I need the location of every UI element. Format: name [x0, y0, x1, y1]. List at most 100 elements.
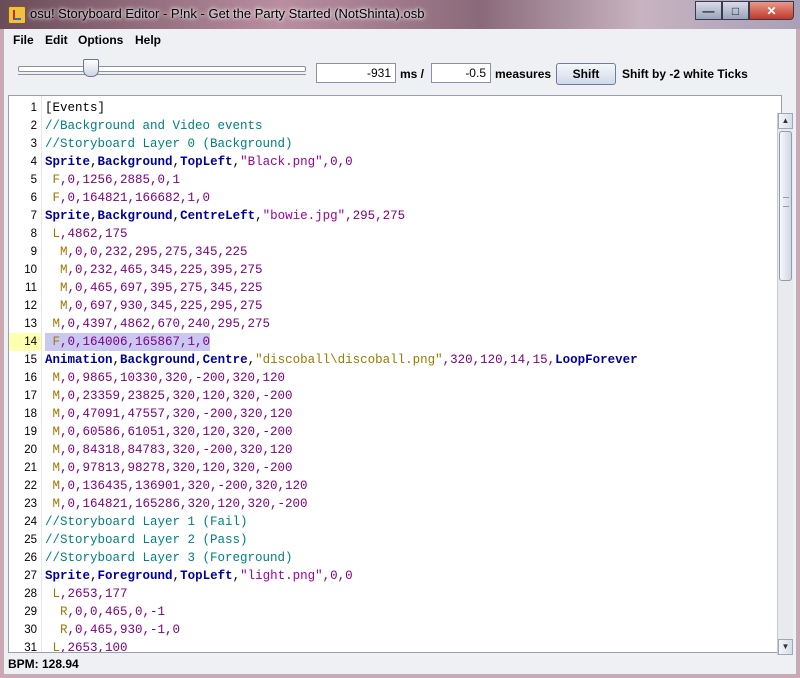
code-line[interactable]: 20 M,0,84318,84783,320,-200,320,120 — [9, 441, 781, 459]
line-number: 25 — [24, 534, 37, 546]
code-token: "discoball\discoball.png" — [255, 353, 443, 367]
code-line[interactable]: 15 Animation,Background,Centre,"discoball… — [9, 351, 781, 369]
code-token: "bowie.jpg" — [262, 209, 346, 223]
code-line[interactable]: 18 M,0,47091,47557,320,-200,320,120 — [9, 405, 781, 423]
code-token: L — [45, 641, 61, 653]
code-line[interactable]: 10 M,0,232,465,345,225,395,275 — [9, 261, 781, 279]
code-token: , — [247, 353, 256, 367]
code-token: , — [255, 209, 263, 223]
code-token: , — [172, 155, 181, 169]
code-token: Sprite — [45, 569, 91, 583]
code-editor[interactable]: 1 [Events] 2 //Background and Video events 3… — [8, 95, 782, 653]
code-line[interactable]: 28 L,2653,177 — [9, 585, 781, 603]
code-line[interactable]: 11 M,0,465,697,395,275,345,225 — [9, 279, 781, 297]
vertical-scrollbar[interactable]: ▲ ▼ — [777, 113, 793, 655]
line-number: 23 — [24, 498, 37, 510]
code-token: "Black.png" — [240, 155, 323, 169]
offset-slider-track[interactable] — [18, 66, 306, 72]
line-number: 20 — [24, 444, 37, 456]
line-number: 22 — [24, 480, 37, 492]
code-line[interactable]: 12 M,0,697,930,345,225,295,275 — [9, 297, 781, 315]
code-line[interactable]: 22 M,0,136435,136901,320,-200,320,120 — [9, 477, 781, 495]
code-token: //Background and Video events — [45, 119, 263, 133]
line-number: 19 — [24, 426, 37, 438]
line-number: 16 — [24, 372, 37, 384]
scroll-down-arrow-icon[interactable]: ▼ — [778, 639, 793, 655]
code-token: ,2653,177 — [60, 587, 128, 601]
code-line[interactable]: 21 M,0,97813,98278,320,120,320,-200 — [9, 459, 781, 477]
line-number: 17 — [24, 390, 37, 402]
code-line[interactable]: 6 F,0,164821,166682,1,0 — [9, 189, 781, 207]
line-number: 31 — [24, 642, 37, 653]
code-line[interactable]: 17 M,0,23359,23825,320,120,320,-200 — [9, 387, 781, 405]
line-number: 3 — [30, 138, 37, 150]
code-line[interactable]: 13 M,0,4397,4862,670,240,295,275 — [9, 315, 781, 333]
code-line[interactable]: 9 M,0,0,232,295,275,345,225 — [9, 243, 781, 261]
line-code: M,0,136435,136901,320,-200,320,120 — [45, 477, 308, 495]
line-number: 13 — [24, 318, 37, 330]
code-line[interactable]: 16 M,0,9865,10330,320,-200,320,120 — [9, 369, 781, 387]
code-line[interactable]: 19 M,0,60586,61051,320,120,320,-200 — [9, 423, 781, 441]
code-line[interactable]: 2 //Background and Video events — [9, 117, 781, 135]
line-code: M,0,9865,10330,320,-200,320,120 — [45, 369, 286, 387]
code-line[interactable]: 30 R,0,465,930,-1,0 — [9, 621, 781, 639]
code-line[interactable]: 23 M,0,164821,165286,320,120,320,-200 — [9, 495, 781, 513]
code-line[interactable]: 5 F,0,1256,2885,0,1 — [9, 171, 781, 189]
offset-slider-ticks — [18, 74, 306, 79]
line-number: 7 — [30, 210, 37, 222]
line-number: 27 — [24, 570, 37, 582]
line-code: M,0,23359,23825,320,120,320,-200 — [45, 387, 293, 405]
code-token: ,320,120,14,15, — [442, 353, 556, 367]
code-token: ,0,0 — [322, 569, 353, 583]
code-token: ,4862,175 — [60, 227, 128, 241]
code-line[interactable]: 3 //Storyboard Layer 0 (Background) — [9, 135, 781, 153]
java-app-icon[interactable] — [8, 6, 26, 24]
code-line[interactable]: 24 //Storyboard Layer 1 (Fail) — [9, 513, 781, 531]
code-token: M — [45, 299, 68, 313]
ms-offset-input[interactable]: -931 — [316, 63, 396, 83]
title-bar[interactable]: osu! Storyboard Editor - P!nk - Get the … — [0, 0, 800, 29]
code-line[interactable]: 26 //Storyboard Layer 3 (Foreground) — [9, 549, 781, 567]
code-token: ,0,60586,61051,320,120,320,-200 — [60, 425, 293, 439]
code-token: ,0,4397,4862,670,240,295,275 — [60, 317, 271, 331]
code-line[interactable]: 4 Sprite,Background,TopLeft,"Black.png",0… — [9, 153, 781, 171]
line-number: 29 — [24, 606, 37, 618]
code-line[interactable]: 27 Sprite,Foreground,TopLeft,"light.png",… — [9, 567, 781, 585]
code-token: M — [45, 479, 61, 493]
offset-slider-thumb[interactable] — [83, 59, 99, 77]
line-code: M,0,164821,165286,320,120,320,-200 — [45, 495, 308, 513]
code-token: ,0,23359,23825,320,120,320,-200 — [60, 389, 293, 403]
close-button[interactable]: ✕ — [749, 1, 794, 20]
code-line[interactable]: 8 L,4862,175 — [9, 225, 781, 243]
code-line[interactable]: 7 Sprite,Background,CentreLeft,"bowie.jpg… — [9, 207, 781, 225]
line-number: 24 — [24, 516, 37, 528]
code-line[interactable]: 25 //Storyboard Layer 2 (Pass) — [9, 531, 781, 549]
line-code: //Storyboard Layer 3 (Foreground) — [45, 549, 293, 567]
line-number: 15 — [24, 354, 37, 366]
code-token: M — [45, 263, 68, 277]
window-title: osu! Storyboard Editor - P!nk - Get the … — [30, 6, 425, 21]
code-token: M — [45, 497, 61, 511]
shift-button[interactable]: Shift — [556, 63, 616, 85]
code-line[interactable]: 29 R,0,0,465,0,-1 — [9, 603, 781, 621]
line-code: M,0,60586,61051,320,120,320,-200 — [45, 423, 293, 441]
code-token: , — [112, 353, 121, 367]
ms-label: ms / — [400, 67, 425, 81]
code-line[interactable]: 31 L,2653,100 — [9, 639, 781, 653]
minimize-button[interactable]: — — [695, 1, 722, 20]
maximize-button[interactable]: □ — [722, 1, 749, 20]
code-line[interactable]: 1 [Events] — [9, 99, 781, 117]
scrollbar-thumb[interactable] — [779, 131, 792, 281]
bpm-readout: BPM: 128.94 — [8, 657, 79, 671]
code-token: ,0,0,465,0,-1 — [67, 605, 166, 619]
line-number: 12 — [24, 300, 37, 312]
line-code: [Events] — [45, 99, 105, 117]
code-token: //Storyboard Layer 0 (Background) — [45, 137, 293, 151]
line-number: 14 — [9, 333, 41, 351]
code-line[interactable]: 14 F,0,164006,165867,1,0 — [9, 333, 781, 351]
code-token: L — [45, 587, 61, 601]
scroll-up-arrow-icon[interactable]: ▲ — [778, 113, 793, 129]
code-token: L — [45, 227, 61, 241]
measures-input[interactable]: -0.5 — [431, 63, 491, 83]
code-token: , — [172, 209, 181, 223]
